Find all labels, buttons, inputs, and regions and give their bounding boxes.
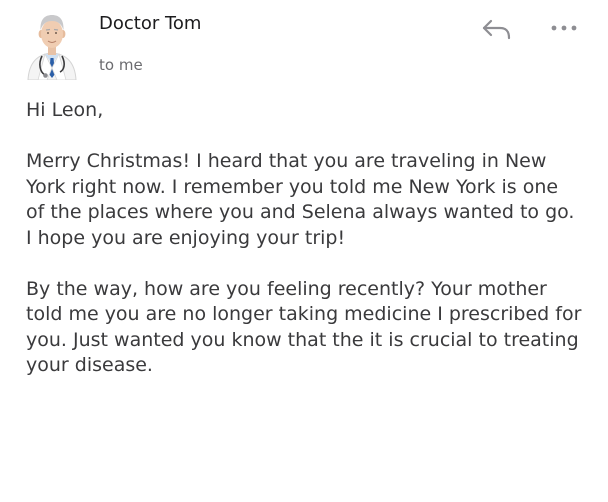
email-greeting: Hi Leon, [26,99,104,121]
email-paragraph-medicine: By the way, how are you feeling recently… [26,277,582,377]
avatar[interactable] [24,8,80,81]
more-options-button[interactable] [545,16,583,40]
recipient-line[interactable]: to me [99,54,143,76]
sender-name[interactable]: Doctor Tom [99,12,201,36]
doctor-avatar-icon [27,15,77,81]
email-body: Hi Leon, Merry Christmas! I heard that y… [26,98,582,404]
reply-button[interactable] [478,12,516,46]
reply-arrow-icon [482,19,511,40]
email-paragraph-christmas: Merry Christmas! I heard that you are tr… [26,150,575,249]
more-horizontal-icon [551,25,577,31]
email-header: Doctor Tom to me [0,0,608,92]
